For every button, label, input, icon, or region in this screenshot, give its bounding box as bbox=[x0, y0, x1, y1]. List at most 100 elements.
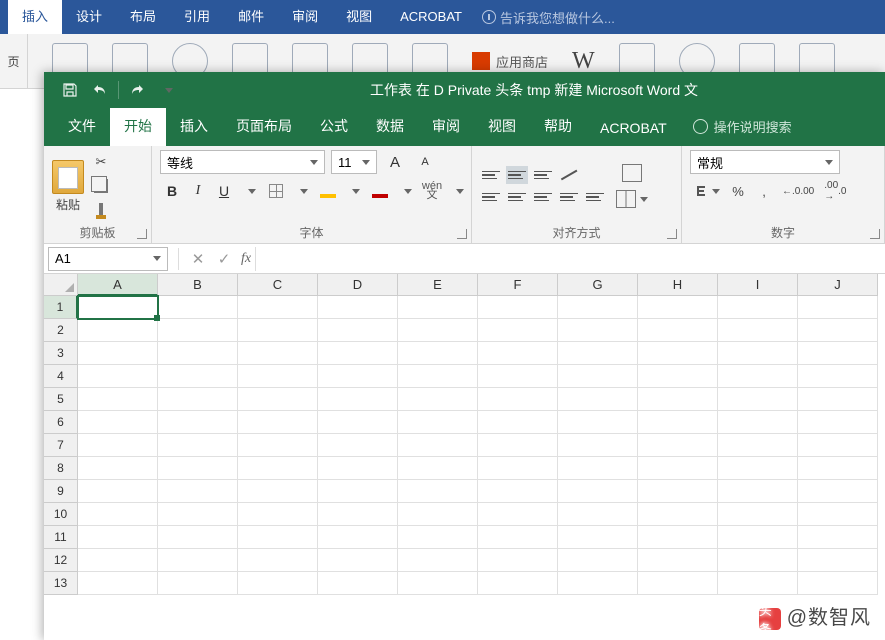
word-pages-group[interactable]: 页 bbox=[0, 34, 28, 88]
phonetic-guide-button[interactable]: wén文 bbox=[420, 180, 444, 202]
cell[interactable] bbox=[638, 572, 718, 595]
word-tab-mailings[interactable]: 邮件 bbox=[224, 0, 278, 34]
cell[interactable] bbox=[78, 411, 158, 434]
cell[interactable] bbox=[638, 411, 718, 434]
borders-button[interactable] bbox=[264, 180, 288, 202]
cell[interactable] bbox=[718, 549, 798, 572]
cell[interactable] bbox=[638, 365, 718, 388]
cell-area[interactable] bbox=[78, 296, 878, 595]
cell[interactable] bbox=[718, 434, 798, 457]
word-tell-me[interactable]: 告诉我您想做什么... bbox=[482, 8, 615, 27]
cell[interactable] bbox=[238, 342, 318, 365]
cell[interactable] bbox=[398, 572, 478, 595]
cell[interactable] bbox=[398, 526, 478, 549]
cell[interactable] bbox=[238, 365, 318, 388]
cell[interactable] bbox=[718, 342, 798, 365]
cell[interactable] bbox=[398, 503, 478, 526]
cell[interactable] bbox=[158, 411, 238, 434]
align-top-button[interactable] bbox=[480, 166, 502, 184]
underline-button[interactable]: U bbox=[212, 180, 236, 202]
excel-tell-me[interactable]: 操作说明搜索 bbox=[693, 117, 792, 146]
cell[interactable] bbox=[238, 503, 318, 526]
cell[interactable] bbox=[638, 526, 718, 549]
cell[interactable] bbox=[718, 526, 798, 549]
format-painter-button[interactable] bbox=[90, 200, 112, 220]
align-bottom-button[interactable] bbox=[532, 166, 554, 184]
column-header[interactable]: D bbox=[318, 274, 398, 296]
cell[interactable] bbox=[638, 319, 718, 342]
orientation-button[interactable] bbox=[558, 166, 580, 184]
cell[interactable] bbox=[478, 319, 558, 342]
fx-icon[interactable]: fx bbox=[241, 251, 251, 267]
cell[interactable] bbox=[638, 342, 718, 365]
cell[interactable] bbox=[318, 434, 398, 457]
cell[interactable] bbox=[158, 526, 238, 549]
cell[interactable] bbox=[798, 457, 878, 480]
cell[interactable] bbox=[78, 319, 158, 342]
cell[interactable] bbox=[558, 296, 638, 319]
cell[interactable] bbox=[718, 388, 798, 411]
cell[interactable] bbox=[638, 434, 718, 457]
clipboard-launcher[interactable] bbox=[137, 229, 147, 239]
align-middle-button[interactable] bbox=[506, 166, 528, 184]
cell[interactable] bbox=[238, 434, 318, 457]
excel-tab-pagelayout[interactable]: 页面布局 bbox=[222, 108, 306, 146]
excel-tab-view[interactable]: 视图 bbox=[474, 108, 530, 146]
cell[interactable] bbox=[478, 296, 558, 319]
cell[interactable] bbox=[638, 503, 718, 526]
cell[interactable] bbox=[238, 480, 318, 503]
name-box[interactable]: A1 bbox=[48, 247, 168, 271]
cell[interactable] bbox=[798, 411, 878, 434]
excel-tab-file[interactable]: 文件 bbox=[54, 108, 110, 146]
cell[interactable] bbox=[638, 480, 718, 503]
row-header[interactable]: 8 bbox=[44, 457, 78, 480]
row-header[interactable]: 7 bbox=[44, 434, 78, 457]
formula-input[interactable] bbox=[255, 247, 885, 271]
row-header[interactable]: 2 bbox=[44, 319, 78, 342]
fill-color-button[interactable] bbox=[316, 180, 340, 202]
cell[interactable] bbox=[798, 388, 878, 411]
cell[interactable] bbox=[558, 342, 638, 365]
cell[interactable] bbox=[718, 411, 798, 434]
cell[interactable] bbox=[318, 526, 398, 549]
align-center-button[interactable] bbox=[506, 188, 528, 206]
cell[interactable] bbox=[318, 503, 398, 526]
cell[interactable] bbox=[78, 526, 158, 549]
cut-button[interactable] bbox=[90, 152, 112, 172]
cell[interactable] bbox=[558, 480, 638, 503]
cell[interactable] bbox=[718, 572, 798, 595]
cell[interactable] bbox=[478, 526, 558, 549]
cell[interactable] bbox=[478, 411, 558, 434]
column-header[interactable]: I bbox=[718, 274, 798, 296]
word-tab-insert[interactable]: 插入 bbox=[8, 0, 62, 34]
excel-tab-acrobat[interactable]: ACROBAT bbox=[586, 112, 681, 146]
cell[interactable] bbox=[558, 526, 638, 549]
cell[interactable] bbox=[318, 296, 398, 319]
row-header[interactable]: 6 bbox=[44, 411, 78, 434]
cell[interactable] bbox=[318, 549, 398, 572]
cell[interactable] bbox=[78, 549, 158, 572]
word-tab-view[interactable]: 视图 bbox=[332, 0, 386, 34]
borders-more-button[interactable] bbox=[290, 180, 314, 202]
wrap-text-button[interactable] bbox=[612, 162, 652, 184]
alignment-launcher[interactable] bbox=[667, 229, 677, 239]
cell[interactable] bbox=[478, 342, 558, 365]
percent-format-button[interactable]: % bbox=[726, 180, 750, 202]
row-header[interactable]: 11 bbox=[44, 526, 78, 549]
row-header[interactable]: 13 bbox=[44, 572, 78, 595]
cell[interactable] bbox=[318, 365, 398, 388]
excel-tab-insert[interactable]: 插入 bbox=[166, 108, 222, 146]
cell[interactable] bbox=[158, 342, 238, 365]
merge-center-button[interactable] bbox=[612, 188, 652, 210]
word-tab-layout[interactable]: 布局 bbox=[116, 0, 170, 34]
cell[interactable] bbox=[318, 319, 398, 342]
cell[interactable] bbox=[798, 434, 878, 457]
cell[interactable] bbox=[558, 388, 638, 411]
cell[interactable] bbox=[158, 457, 238, 480]
cell[interactable] bbox=[798, 319, 878, 342]
cell[interactable] bbox=[478, 503, 558, 526]
cell[interactable] bbox=[638, 549, 718, 572]
cell[interactable] bbox=[798, 549, 878, 572]
cell[interactable] bbox=[158, 365, 238, 388]
cell[interactable] bbox=[798, 526, 878, 549]
